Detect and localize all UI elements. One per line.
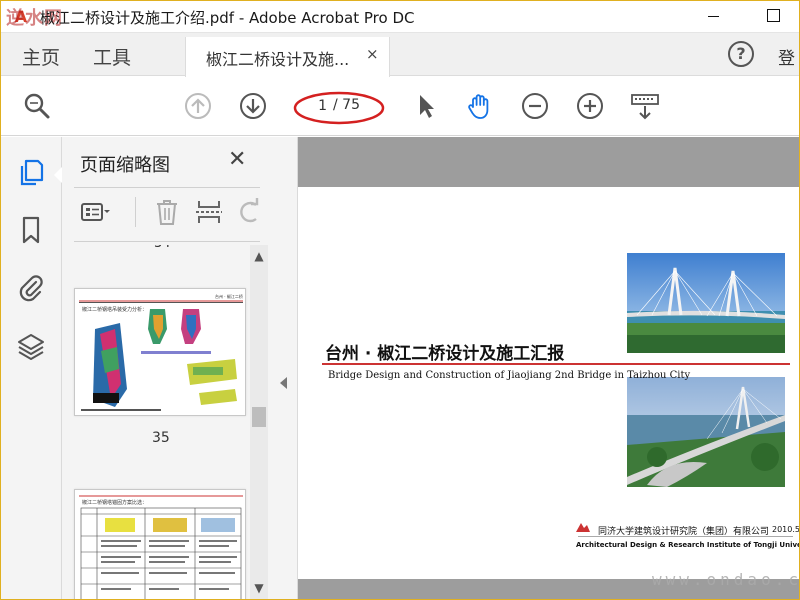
- layers-icon[interactable]: [16, 331, 46, 361]
- page-total-label: / 75: [333, 97, 360, 113]
- panel-title: 页面缩略图: [80, 155, 170, 176]
- page-up-icon[interactable]: [183, 91, 213, 121]
- page-thumbnails-panel: 页面缩略图 ✕ 34 椒江二桥钢塔吊装受力分析： 台州 · 椒江二桥: [62, 137, 272, 600]
- toolbar-divider: [135, 197, 136, 227]
- select-arrow-icon[interactable]: [411, 91, 441, 121]
- bookmarks-icon[interactable]: [16, 215, 46, 245]
- panel-divider: [74, 241, 260, 242]
- thumb36-title: 椒江二桥钢塔锚固方案比选：: [82, 499, 147, 506]
- page-down-icon[interactable]: [238, 91, 268, 121]
- panel-collapse-gutter: [272, 137, 298, 600]
- institute-name-en: Architectural Design & Research Institut…: [576, 541, 800, 549]
- previous-thumbnail-label: 34: [154, 245, 171, 251]
- sign-in-button[interactable]: 登: [778, 44, 795, 69]
- thumbnails-scrollbar[interactable]: ▲ ▼: [250, 245, 268, 600]
- thumb35-title: 椒江二桥钢塔吊装受力分析：: [82, 306, 147, 313]
- document-tab[interactable]: 椒江二桥设计及施... ×: [185, 37, 390, 77]
- document-tab-label: 椒江二桥设计及施...: [206, 50, 350, 69]
- tab-tools[interactable]: 工具: [93, 43, 131, 70]
- main-toolbar: / 75: [0, 77, 800, 136]
- thumbnail-page-35[interactable]: 椒江二桥钢塔吊装受力分析： 台州 · 椒江二桥: [74, 288, 246, 416]
- zoom-search-icon[interactable]: [22, 91, 52, 121]
- zoom-in-icon[interactable]: [575, 91, 605, 121]
- document-viewer[interactable]: 台州 · 椒江二桥设计及施工汇报 Bridge Design and Const…: [298, 137, 800, 600]
- thumbnail-page-36[interactable]: 椒江二桥钢塔锚固方案比选：: [74, 489, 246, 600]
- collapse-panel-icon[interactable]: [280, 377, 287, 389]
- thumb35-header: 台州 · 椒江二桥: [215, 293, 243, 299]
- zoom-out-icon[interactable]: [520, 91, 550, 121]
- rotate-page-icon[interactable]: [234, 197, 264, 227]
- bridge-photo-1: [627, 253, 785, 353]
- thumbnail-page-number: 35: [152, 430, 170, 446]
- close-panel-icon[interactable]: ✕: [228, 147, 246, 172]
- footer-divider: [578, 536, 793, 537]
- scroll-down-icon[interactable]: ▼: [250, 581, 268, 597]
- delete-page-icon[interactable]: [152, 197, 182, 227]
- help-icon[interactable]: ?: [728, 41, 754, 67]
- page-thumbnails-icon[interactable]: [16, 157, 46, 187]
- thumbnail-options-icon[interactable]: [80, 197, 110, 227]
- title-bar: A 逆水网 椒江二桥设计及施工介绍.pdf - Adobe Acrobat Pr…: [0, 0, 800, 33]
- document-date: 2010.5.: [772, 525, 800, 534]
- thumbnail-36-content: 椒江二桥钢塔锚固方案比选：: [79, 495, 243, 600]
- hand-tool-icon[interactable]: [465, 91, 495, 121]
- pdf-page: 台州 · 椒江二桥设计及施工汇报 Bridge Design and Const…: [298, 187, 800, 579]
- active-panel-indicator: [54, 167, 62, 183]
- scrollbar-thumb[interactable]: [252, 407, 266, 427]
- tab-home[interactable]: 主页: [22, 43, 60, 70]
- thumbnail-35-content: 椒江二桥钢塔吊装受力分析： 台州 · 椒江二桥: [79, 293, 243, 411]
- minimize-button[interactable]: [692, 0, 738, 32]
- title-underline: [322, 363, 790, 365]
- panel-divider: [74, 187, 260, 188]
- bridge-photo-2: [627, 377, 785, 487]
- maximize-button[interactable]: [750, 0, 796, 32]
- document-title: 台州 · 椒江二桥设计及施工汇报: [325, 344, 565, 364]
- site-watermark-bottom: www.ondao.com: [652, 570, 800, 589]
- page-number-input[interactable]: [301, 95, 327, 117]
- attachments-icon[interactable]: [16, 273, 46, 303]
- keyboard-scroll-icon[interactable]: [630, 91, 660, 121]
- left-navigation-rail: [0, 137, 62, 600]
- tongji-logo-icon: [576, 523, 590, 532]
- window-title: 椒江二桥设计及施工介绍.pdf - Adobe Acrobat Pro DC: [40, 9, 415, 27]
- tab-bar: 主页 工具 椒江二桥设计及施... × ? 登: [0, 33, 800, 77]
- thumbnails-list[interactable]: 34 椒江二桥钢塔吊装受力分析： 台州 · 椒江二桥: [62, 245, 250, 600]
- document-subtitle: Bridge Design and Construction of Jiaoji…: [328, 370, 691, 381]
- scroll-up-icon[interactable]: ▲: [250, 249, 268, 265]
- close-tab-icon[interactable]: ×: [366, 45, 379, 63]
- insert-page-icon[interactable]: [194, 197, 224, 227]
